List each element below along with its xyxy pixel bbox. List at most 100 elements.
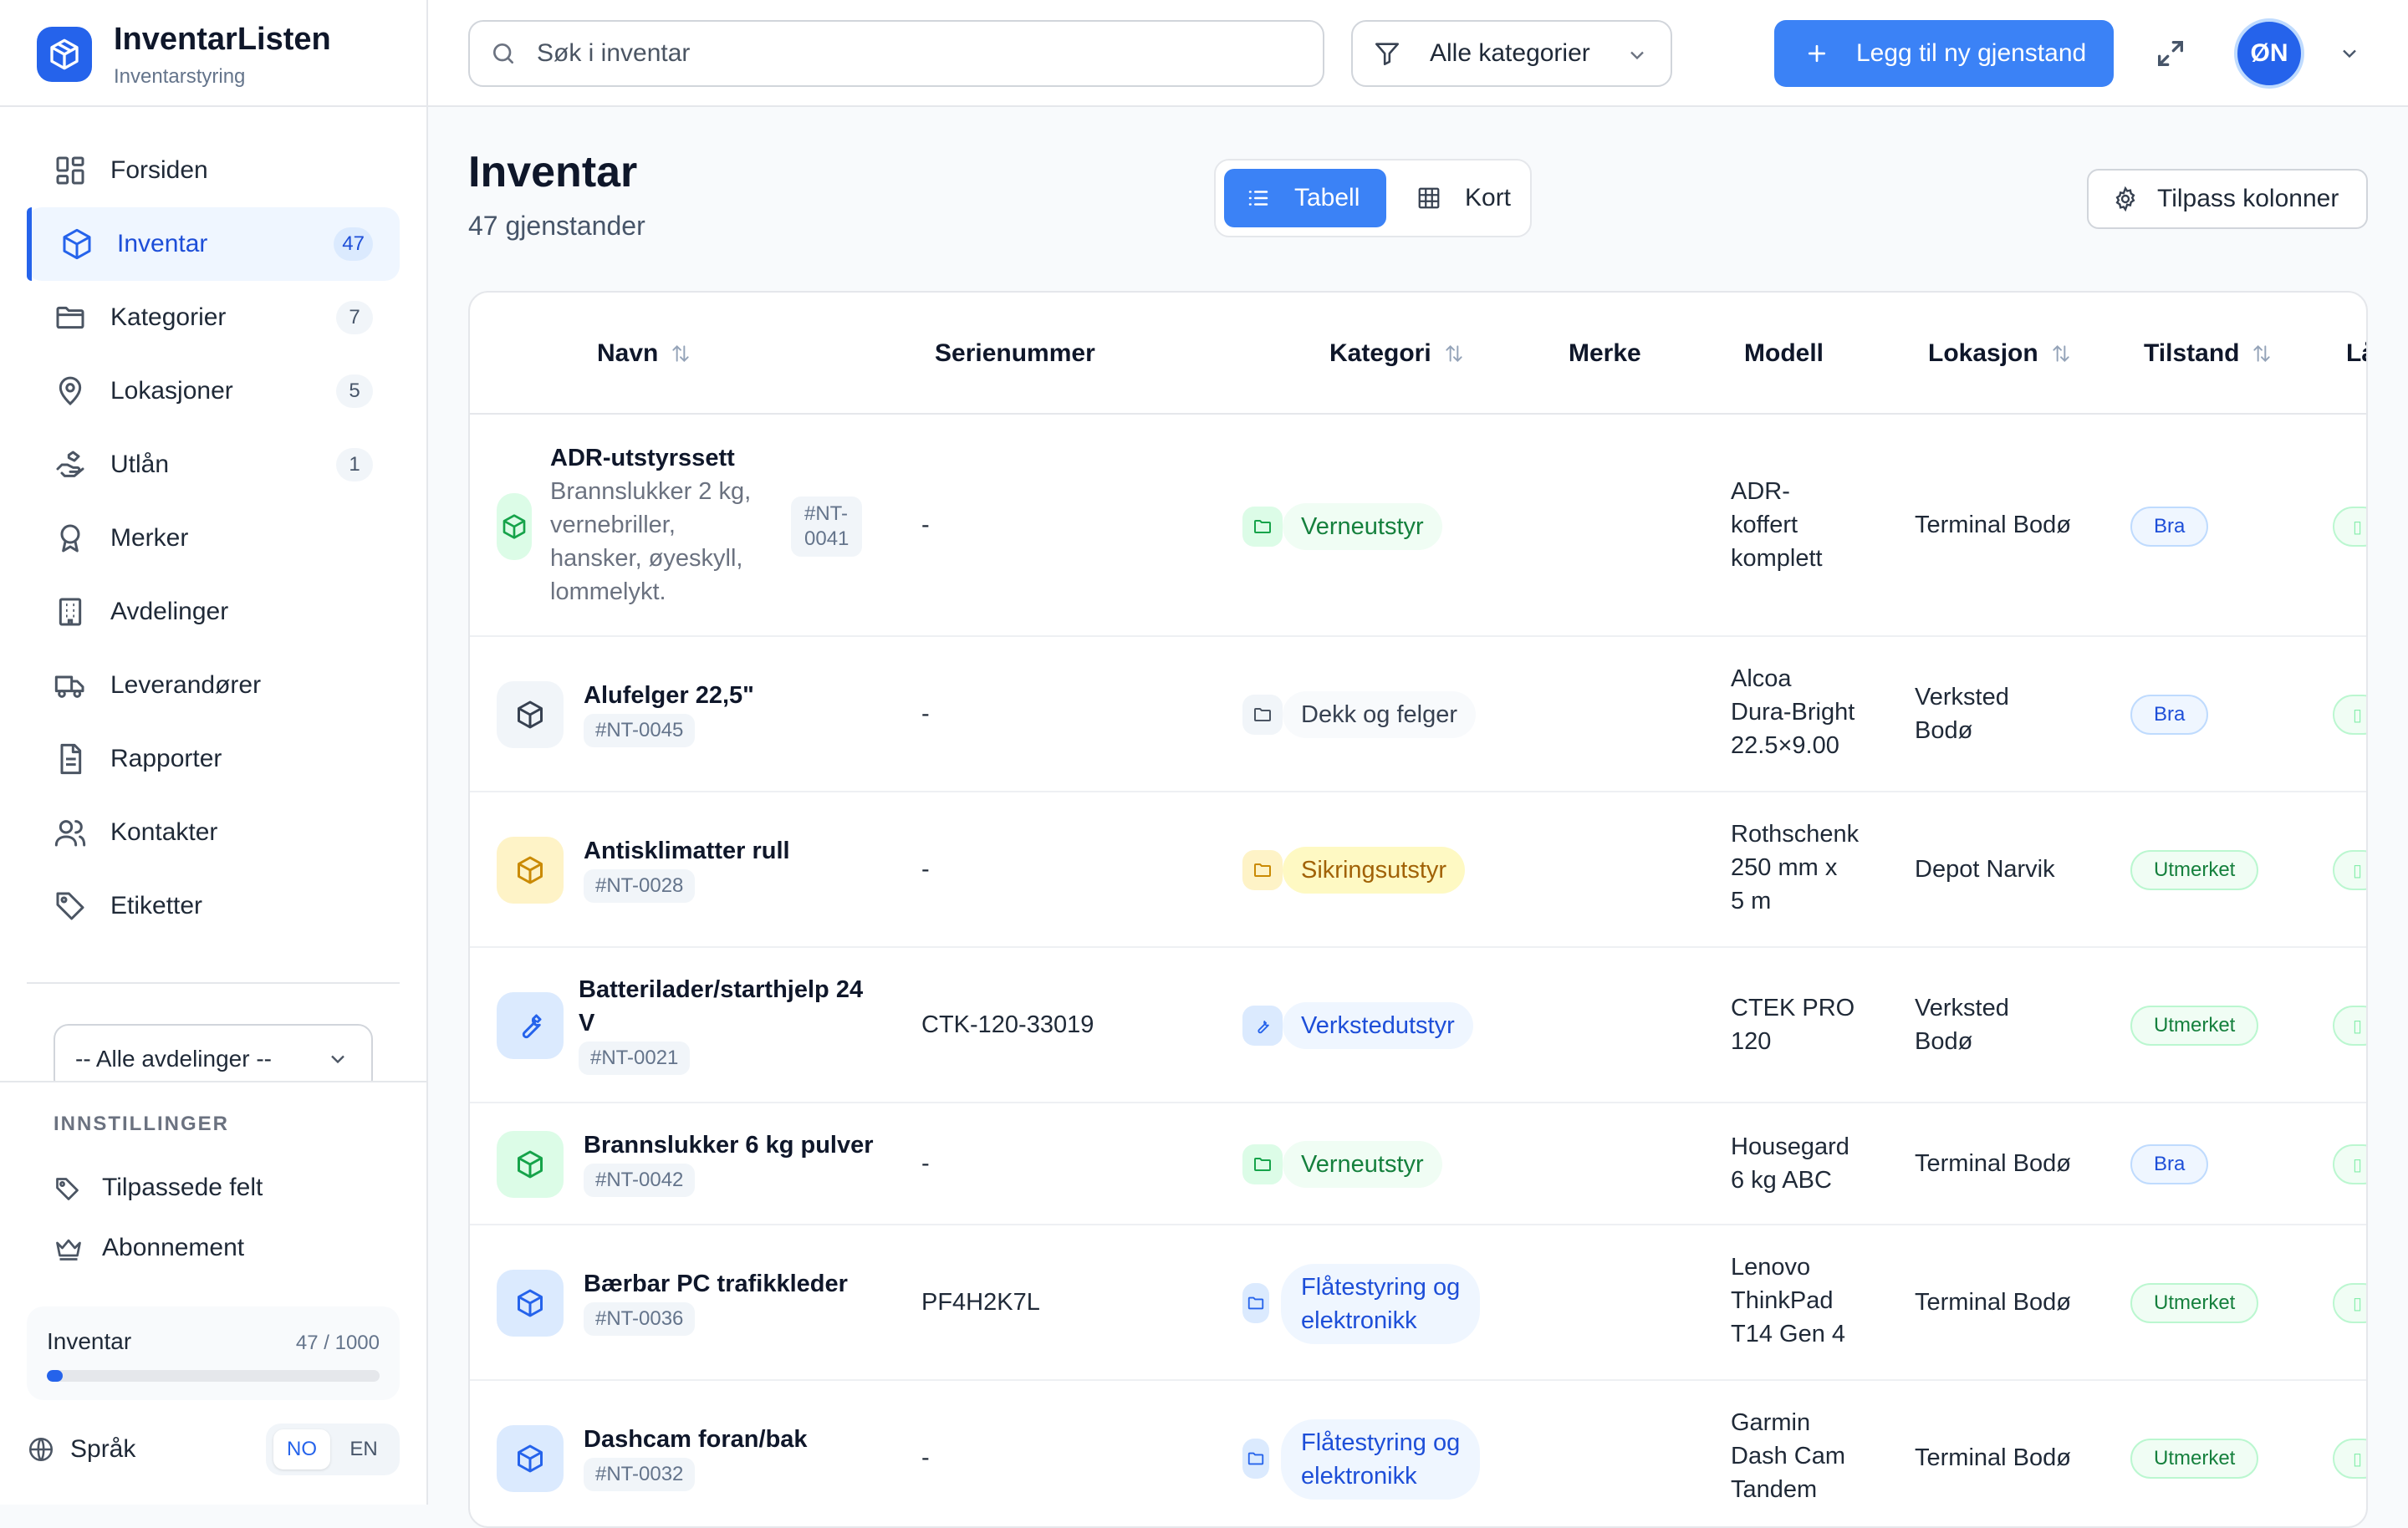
sidebar-item-lokasjoner[interactable]: Lokasjoner 5 xyxy=(27,354,400,428)
table-row[interactable]: Antisklimatter rull #NT-0028 - Sikringsu… xyxy=(470,792,2366,948)
column-header-location[interactable]: Lokasjon xyxy=(1928,339,2072,368)
sidebar-item-forsiden[interactable]: Forsiden xyxy=(27,134,400,207)
condition-badge: Utmerket xyxy=(2130,850,2259,890)
location: Verksted Bodø xyxy=(1915,991,2009,1058)
category-badge[interactable]: Sikringsutstyr xyxy=(1283,847,1466,894)
sidebar-item-label: Etiketter xyxy=(110,892,203,919)
settings-item-custom-fields[interactable]: Tilpassede felt xyxy=(54,1163,263,1213)
box-icon xyxy=(497,1425,564,1492)
sidebar-item-avdelinger[interactable]: Avdelinger xyxy=(27,575,400,649)
expand-icon[interactable] xyxy=(2154,37,2187,70)
box-icon xyxy=(63,228,91,260)
box-icon xyxy=(497,681,564,748)
table-row[interactable]: Brannslukker 6 kg pulver #NT-0042 - Vern… xyxy=(470,1103,2366,1225)
building-icon xyxy=(59,598,82,626)
column-header-serial[interactable]: Serienummer xyxy=(935,339,1095,368)
model: Garmin Dash Cam Tandem xyxy=(1731,1406,1845,1506)
item-code: #NT-0036 xyxy=(584,1302,696,1336)
column-header-brand[interactable]: Merke xyxy=(1569,339,1641,368)
category-badge[interactable]: Verkstedutstyr xyxy=(1283,1002,1473,1049)
sidebar-item-etiketter[interactable]: Etiketter xyxy=(27,869,400,943)
category-badge[interactable]: Dekk og felger xyxy=(1283,691,1476,738)
serial-number: PF4H2K7L xyxy=(921,1289,1040,1316)
settings-item-subscription[interactable]: Abonnement xyxy=(54,1223,244,1273)
serial-number: - xyxy=(921,856,930,883)
item-name: Alufelger 22,5" xyxy=(584,682,754,709)
user-avatar[interactable]: ØN xyxy=(2234,18,2304,89)
table-row[interactable]: Bærbar PC trafikkleder #NT-0036 PF4H2K7L… xyxy=(470,1225,2366,1381)
language-row: Språk NO EN xyxy=(27,1420,400,1479)
table-row[interactable]: ADR-utstyrssett Brannslukker 2 kg, verne… xyxy=(470,415,2366,637)
model-line: Dura-Bright xyxy=(1731,699,1855,726)
crown-icon xyxy=(56,1239,81,1261)
search-input[interactable] xyxy=(535,38,1271,69)
sidebar-item-leverandorer[interactable]: Leverandører xyxy=(27,649,400,722)
language-option-en[interactable]: EN xyxy=(335,1429,392,1469)
category-badge[interactable]: Verneutstyr xyxy=(1283,503,1442,550)
view-cards-button[interactable]: Kort xyxy=(1403,169,1528,227)
model-line: koffert xyxy=(1731,512,1798,538)
model-line: Alcoa xyxy=(1731,665,1792,692)
model: CTEK PRO 120 xyxy=(1731,991,1854,1058)
column-header-category[interactable]: Kategori xyxy=(1329,339,1465,368)
view-table-button[interactable]: Tabell xyxy=(1224,169,1386,227)
model: Alcoa Dura-Bright 22.5×9.00 xyxy=(1731,662,1854,762)
folder-icon xyxy=(1242,507,1283,547)
box-icon xyxy=(497,493,532,560)
inventory-table: Navn Serienummer Kategori Merke Modell L… xyxy=(468,291,2368,1528)
brand: InventarListen Inventarstyring xyxy=(0,0,426,107)
language-toggle: NO EN xyxy=(266,1424,400,1475)
sidebar-item-label: Inventar xyxy=(117,230,208,257)
column-header-truncated[interactable]: Lå xyxy=(2346,339,2366,368)
sort-icon xyxy=(1446,344,1462,363)
item-description-line: lommelykt. xyxy=(550,578,666,605)
add-item-button[interactable]: Legg til ny gjenstand xyxy=(1774,20,2114,87)
truncated-badge: ▯ xyxy=(2333,695,2366,735)
sidebar-item-label: Rapporter xyxy=(110,745,222,772)
location: Depot Narvik xyxy=(1915,856,2055,883)
item-name-line: Batterilader/starthjelp 24 xyxy=(579,976,864,1003)
truncated-badge: ▯ xyxy=(2333,1144,2366,1184)
column-header-name[interactable]: Navn xyxy=(597,339,691,368)
grid-icon xyxy=(1418,187,1440,209)
sidebar-item-rapporter[interactable]: Rapporter xyxy=(27,722,400,796)
wrench-icon xyxy=(497,992,564,1059)
category-badge[interactable]: Flåtestyring og elektronikk xyxy=(1281,1264,1481,1344)
condition-badge: Bra xyxy=(2130,507,2209,547)
model: ADR- koffert komplett xyxy=(1731,475,1823,575)
truncated-badge: ▯ xyxy=(2333,1283,2366,1323)
model-line: ThinkPad xyxy=(1731,1287,1834,1314)
location-line: Verksted xyxy=(1915,684,2009,711)
location-line: Verksted xyxy=(1915,995,2009,1021)
sidebar-item-utlan[interactable]: Utlån 1 xyxy=(27,428,400,502)
sidebar-item-inventar[interactable]: Inventar 47 xyxy=(27,207,400,281)
category-badge[interactable]: Flåtestyring og elektronikk xyxy=(1281,1419,1481,1500)
category-badge[interactable]: Verneutstyr xyxy=(1283,1141,1442,1188)
category-filter-select[interactable]: Alle kategorier xyxy=(1351,20,1672,87)
model-line: Housegard xyxy=(1731,1133,1849,1160)
table-row[interactable]: Batterilader/starthjelp 24 V #NT-0021 CT… xyxy=(470,948,2366,1103)
sidebar-nav: Forsiden Inventar 47 Kategorier 7 Lokasj… xyxy=(27,134,400,943)
language-option-no[interactable]: NO xyxy=(273,1429,330,1469)
column-header-model[interactable]: Modell xyxy=(1744,339,1824,368)
model-line: Dash Cam xyxy=(1731,1443,1845,1469)
location: Terminal Bodø xyxy=(1915,1444,2071,1471)
search-box[interactable] xyxy=(468,20,1324,87)
table-row[interactable]: Alufelger 22,5" #NT-0045 - Dekk og felge… xyxy=(470,637,2366,792)
item-description-line: hansker, øyeskyll, xyxy=(550,545,743,572)
chevron-down-icon[interactable] xyxy=(2338,42,2361,65)
sidebar-item-merker[interactable]: Merker xyxy=(27,502,400,575)
column-header-condition[interactable]: Tilstand xyxy=(2144,339,2273,368)
sidebar-item-kontakter[interactable]: Kontakter xyxy=(27,796,400,869)
department-select-value: -- Alle avdelinger -- xyxy=(75,1046,272,1072)
table-row[interactable]: Dashcam foran/bak #NT-0032 - Flåtestyrin… xyxy=(470,1381,2366,1526)
customize-columns-button[interactable]: Tilpass kolonner xyxy=(2087,169,2368,229)
box-icon xyxy=(497,837,564,904)
app-logo-icon[interactable] xyxy=(37,27,92,82)
model-line: Garmin xyxy=(1731,1409,1811,1436)
category-line: Flåtestyring og xyxy=(1301,1274,1461,1301)
location: Terminal Bodø xyxy=(1915,512,2071,538)
globe-icon xyxy=(28,1437,54,1462)
sidebar-item-kategorier[interactable]: Kategorier 7 xyxy=(27,281,400,354)
truncated-badge: ▯ xyxy=(2333,507,2366,547)
